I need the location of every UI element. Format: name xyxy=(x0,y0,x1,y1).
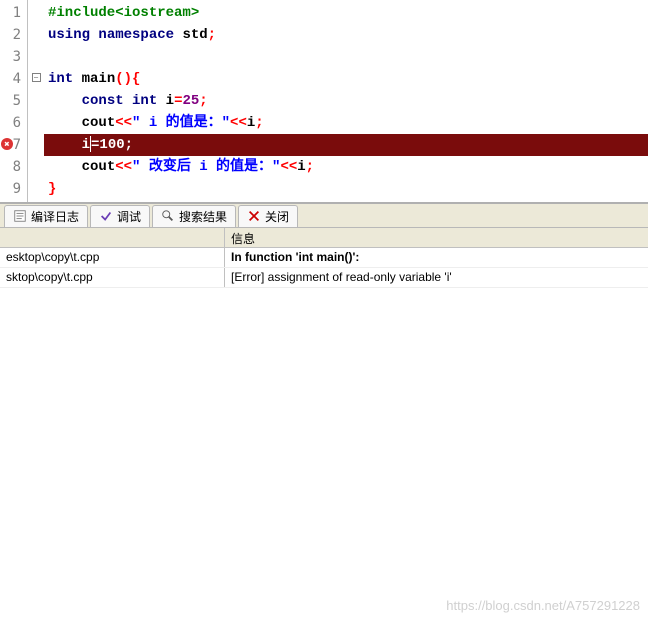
code-line[interactable]: using namespace std; xyxy=(44,24,648,46)
tab-search[interactable]: 搜索结果 xyxy=(152,205,236,227)
log-icon xyxy=(13,209,27,223)
line-number-gutter: 1234567✖89 xyxy=(0,0,28,202)
code-token: cout xyxy=(82,159,116,175)
code-token xyxy=(73,71,81,87)
svg-text:✖: ✖ xyxy=(4,140,9,150)
code-line[interactable]: cout<<" i 的值是："<<i; xyxy=(44,112,648,134)
code-line[interactable]: i=100; xyxy=(44,134,648,156)
header-message[interactable]: 信息 xyxy=(225,228,648,247)
code-token: << xyxy=(115,115,132,131)
tab-debug[interactable]: 调试 xyxy=(90,205,150,227)
code-token: ; xyxy=(199,93,207,109)
code-token: << xyxy=(280,159,297,175)
message-grid[interactable]: 信息 esktop\copy\t.cppIn function 'int mai… xyxy=(0,228,648,312)
line-number: 2 xyxy=(2,24,21,46)
tab-label: 编译日志 xyxy=(31,208,79,225)
code-token: #include<iostream> xyxy=(48,5,199,21)
tab-label: 搜索结果 xyxy=(179,208,227,225)
code-token: () xyxy=(115,71,132,87)
code-token: " i 的值是：" xyxy=(132,115,230,131)
code-token: " 改变后 i 的值是：" xyxy=(132,159,280,175)
check-icon xyxy=(99,209,113,223)
code-token: std xyxy=(182,27,207,43)
code-area[interactable]: #include<iostream>using namespace std;in… xyxy=(44,0,648,202)
grid-header: 信息 xyxy=(0,228,648,248)
line-number: 8 xyxy=(2,156,21,178)
fold-cell xyxy=(28,154,44,176)
fold-cell xyxy=(28,0,44,22)
tab-label: 关闭 xyxy=(265,208,289,225)
code-token: { xyxy=(132,71,140,87)
code-token: namespace xyxy=(98,27,174,43)
fold-cell xyxy=(28,132,44,154)
cell-file: sktop\copy\t.cpp xyxy=(0,268,225,287)
code-token: i xyxy=(247,115,255,131)
code-token: =100; xyxy=(91,137,133,153)
code-token xyxy=(157,93,165,109)
error-icon: ✖ xyxy=(0,137,14,151)
code-token: ; xyxy=(208,27,216,43)
cell-message: [Error] assignment of read-only variable… xyxy=(225,268,648,287)
fold-cell xyxy=(28,110,44,132)
cell-file: esktop\copy\t.cpp xyxy=(0,248,225,267)
code-line[interactable]: } xyxy=(44,178,648,200)
fold-minus-icon[interactable]: − xyxy=(32,73,41,82)
message-row[interactable]: esktop\copy\t.cppIn function 'int main()… xyxy=(0,248,648,268)
panel-tabbar: 编译日志 调试 搜索结果 关闭 xyxy=(0,204,648,228)
line-number: 9 xyxy=(2,178,21,200)
code-token: } xyxy=(48,181,56,197)
code-token: 25 xyxy=(182,93,199,109)
fold-cell[interactable]: − xyxy=(28,66,44,88)
line-number: 5 xyxy=(2,90,21,112)
code-token: main xyxy=(82,71,116,87)
code-token: i xyxy=(82,137,90,153)
line-number: 3 xyxy=(2,46,21,68)
code-line[interactable]: cout<<" 改变后 i 的值是："<<i; xyxy=(44,156,648,178)
code-token: ; xyxy=(306,159,314,175)
tab-label: 调试 xyxy=(117,208,141,225)
code-token: << xyxy=(230,115,247,131)
line-number: 4 xyxy=(2,68,21,90)
fold-column: − xyxy=(28,0,44,202)
code-token: int xyxy=(132,93,157,109)
code-token: const xyxy=(82,93,124,109)
line-number: 1 xyxy=(2,2,21,24)
fold-cell xyxy=(28,176,44,198)
search-icon xyxy=(161,209,175,223)
line-number: 7✖ xyxy=(2,134,21,156)
line-number: 6 xyxy=(2,112,21,134)
fold-cell xyxy=(28,22,44,44)
code-line[interactable]: #include<iostream> xyxy=(44,2,648,24)
cell-message: In function 'int main()': xyxy=(225,248,648,267)
code-line[interactable]: int main(){ xyxy=(44,68,648,90)
fold-cell xyxy=(28,88,44,110)
code-token: int xyxy=(48,71,73,87)
output-panel: 编译日志 调试 搜索结果 关闭 信息 esktop\copy\t.cppIn f… xyxy=(0,202,648,312)
watermark: https://blog.csdn.net/A757291228 xyxy=(446,598,640,613)
code-token: i xyxy=(166,93,174,109)
tab-compile-log[interactable]: 编译日志 xyxy=(4,205,88,227)
code-line[interactable] xyxy=(44,46,648,68)
code-token: i xyxy=(297,159,305,175)
code-token: << xyxy=(115,159,132,175)
code-token: using xyxy=(48,27,90,43)
code-token: ; xyxy=(255,115,263,131)
code-token: cout xyxy=(82,115,116,131)
code-line[interactable]: const int i=25; xyxy=(44,90,648,112)
header-file[interactable] xyxy=(0,228,225,247)
close-icon xyxy=(247,209,261,223)
code-editor[interactable]: 1234567✖89 − #include<iostream> using nam… xyxy=(0,0,648,202)
fold-cell xyxy=(28,44,44,66)
tab-close[interactable]: 关闭 xyxy=(238,205,298,227)
message-row[interactable]: sktop\copy\t.cpp[Error] assignment of re… xyxy=(0,268,648,288)
code-token xyxy=(124,93,132,109)
